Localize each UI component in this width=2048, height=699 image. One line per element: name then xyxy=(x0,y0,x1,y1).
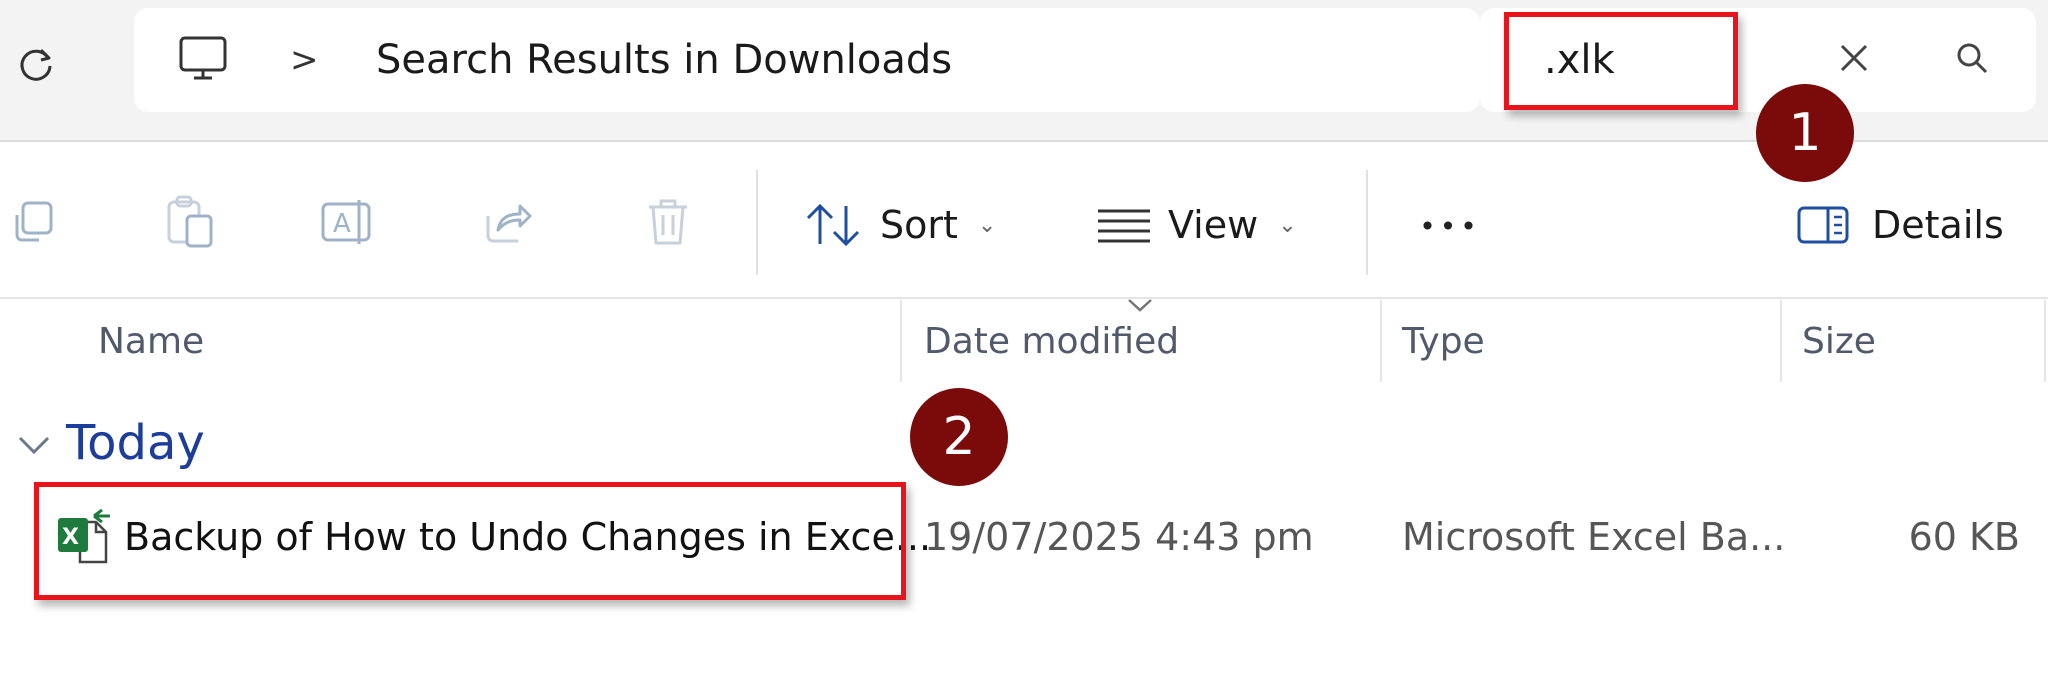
view-label: View xyxy=(1168,203,1259,247)
details-pane-icon xyxy=(1797,206,1849,244)
toolbar-separator xyxy=(756,170,758,275)
share-button[interactable] xyxy=(476,190,540,254)
details-label: Details xyxy=(1872,203,2004,247)
share-icon xyxy=(486,204,532,243)
toolbar-separator xyxy=(1366,170,1368,275)
header-divider xyxy=(0,297,2048,299)
this-pc-icon[interactable] xyxy=(176,32,232,88)
column-header-type[interactable]: Type xyxy=(1402,318,1485,366)
view-button[interactable]: View ⌄ xyxy=(1096,190,1297,260)
refresh-icon xyxy=(20,48,52,81)
copy-icon xyxy=(15,201,53,242)
chevron-down-icon: ⌄ xyxy=(1278,212,1297,238)
svg-text:A: A xyxy=(333,209,351,239)
group-collapse-chevron-icon[interactable] xyxy=(16,430,52,460)
step-badge-1: 1 xyxy=(1756,84,1854,182)
details-pane-button[interactable]: Details xyxy=(1796,190,2004,260)
copy-button[interactable] xyxy=(2,190,66,254)
refresh-button[interactable] xyxy=(8,36,64,92)
group-label-today[interactable]: Today xyxy=(66,412,205,474)
rename-button[interactable]: A xyxy=(316,190,380,254)
paste-icon xyxy=(167,195,213,248)
search-button[interactable] xyxy=(1944,30,2000,86)
column-divider[interactable] xyxy=(2044,300,2046,382)
more-options-button[interactable]: ••• xyxy=(1419,196,1481,256)
paste-button[interactable] xyxy=(158,190,222,254)
file-size: 60 KB xyxy=(1908,515,2020,559)
column-divider[interactable] xyxy=(1380,300,1382,382)
file-type: Microsoft Excel Ba... xyxy=(1402,515,1786,559)
column-header-date-modified[interactable]: Date modified xyxy=(924,318,1179,366)
column-header-size[interactable]: Size xyxy=(1802,318,1876,366)
breadcrumb-location[interactable]: Search Results in Downloads xyxy=(376,34,952,86)
search-highlight-box xyxy=(1504,12,1738,110)
clear-search-button[interactable] xyxy=(1826,30,1882,86)
step-badge-2: 2 xyxy=(910,388,1008,486)
view-list-icon xyxy=(1098,209,1150,243)
breadcrumb-chevron-icon[interactable]: > xyxy=(290,42,319,78)
sort-label: Sort xyxy=(880,203,958,247)
column-divider[interactable] xyxy=(1780,300,1782,382)
file-highlight-box xyxy=(34,482,906,600)
chevron-down-icon: ⌄ xyxy=(977,212,997,238)
search-icon xyxy=(1957,43,1988,74)
rename-icon: A xyxy=(321,200,371,244)
trash-icon xyxy=(649,199,687,245)
column-divider[interactable] xyxy=(900,300,902,382)
column-header-name[interactable]: Name xyxy=(98,318,204,366)
more-options-icon: ••• xyxy=(1419,209,1481,243)
file-date-modified: 19/07/2025 4:43 pm xyxy=(924,515,1314,559)
delete-button[interactable] xyxy=(636,190,700,254)
sort-icon xyxy=(806,203,860,247)
sort-button[interactable]: Sort ⌄ xyxy=(804,190,996,260)
close-icon xyxy=(1840,44,1868,72)
sort-descending-icon xyxy=(1128,299,1152,312)
